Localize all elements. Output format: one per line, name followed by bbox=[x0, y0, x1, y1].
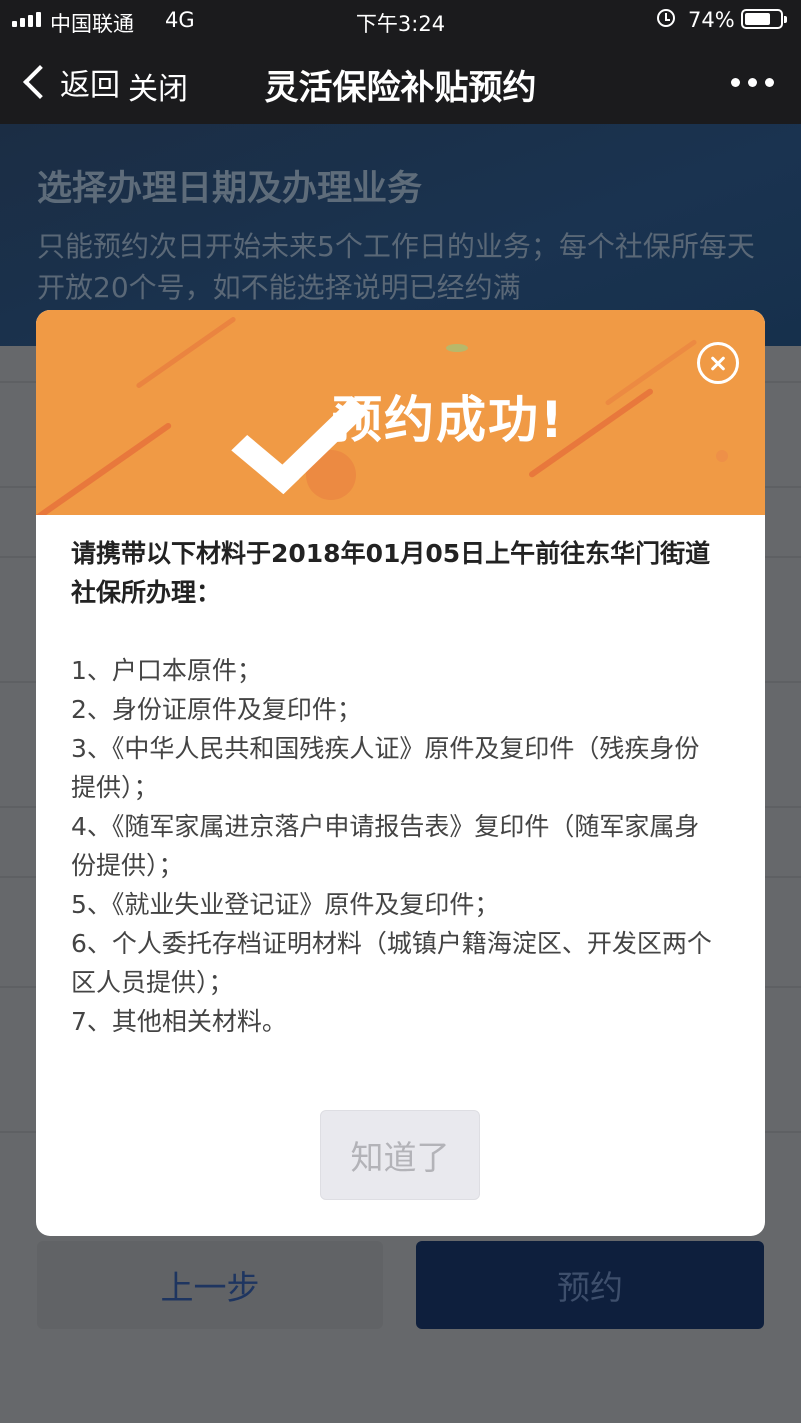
checkmark-icon bbox=[248, 372, 292, 464]
battery-icon bbox=[741, 9, 787, 29]
list-item: 7、其他相关材料。 bbox=[71, 1007, 287, 1036]
banner-description: 只能预约次日开始未来5个工作日的业务；每个社保所每天开放20个号，如不能选择说明… bbox=[37, 230, 755, 304]
dialog-title: 预约成功! bbox=[332, 391, 565, 449]
list-item: 3、《中华人民共和国残疾人证》原件及复印件（残疾身份提供）； bbox=[71, 734, 700, 802]
list-item: 2、身份证原件及复印件； bbox=[71, 695, 362, 724]
acknowledge-button[interactable]: 知道了 bbox=[320, 1110, 480, 1200]
close-icon[interactable] bbox=[697, 342, 739, 384]
list-item: 6、个人委托存档证明材料（城镇户籍海淀区、开发区两个区人员提供）； bbox=[71, 929, 712, 997]
alarm-icon bbox=[657, 9, 675, 27]
dialog-body: 请携带以下材料于2018年01月05日上午前往东华门街道社保所办理： 1、户口本… bbox=[71, 534, 721, 1041]
materials-list: 1、户口本原件； 2、身份证原件及复印件； 3、《中华人民共和国残疾人证》原件及… bbox=[71, 651, 721, 1041]
battery-fill bbox=[745, 13, 771, 25]
previous-step-button[interactable]: 上一步 bbox=[37, 1241, 383, 1329]
list-item: 1、户口本原件； bbox=[71, 656, 262, 685]
list-item: 4、《随军家属进京落户申请报告表》复印件（随军家属身份提供）； bbox=[71, 812, 700, 880]
status-bar: 中国联通 4G 下午3:24 74% bbox=[0, 0, 801, 40]
dialog-header: 预约成功! bbox=[36, 310, 765, 515]
battery-percent: 74% bbox=[688, 8, 735, 32]
more-dots-icon[interactable] bbox=[731, 78, 774, 87]
page-title: 灵活保险补贴预约 bbox=[264, 68, 537, 108]
instructions-intro: 请携带以下材料于2018年01月05日上午前往东华门街道社保所办理： bbox=[71, 539, 711, 607]
book-button[interactable]: 预约 bbox=[416, 1241, 764, 1329]
success-dialog: 预约成功! 请携带以下材料于2018年01月05日上午前往东华门街道社保所办理：… bbox=[36, 310, 765, 1236]
banner-title: 选择办理日期及办理业务 bbox=[37, 169, 423, 209]
status-time: 下午3:24 bbox=[355, 12, 446, 36]
navigation-bar: 返回 关闭 灵活保险补贴预约 bbox=[0, 40, 801, 124]
list-item: 5、《就业失业登记证》原件及复印件； bbox=[71, 890, 500, 919]
